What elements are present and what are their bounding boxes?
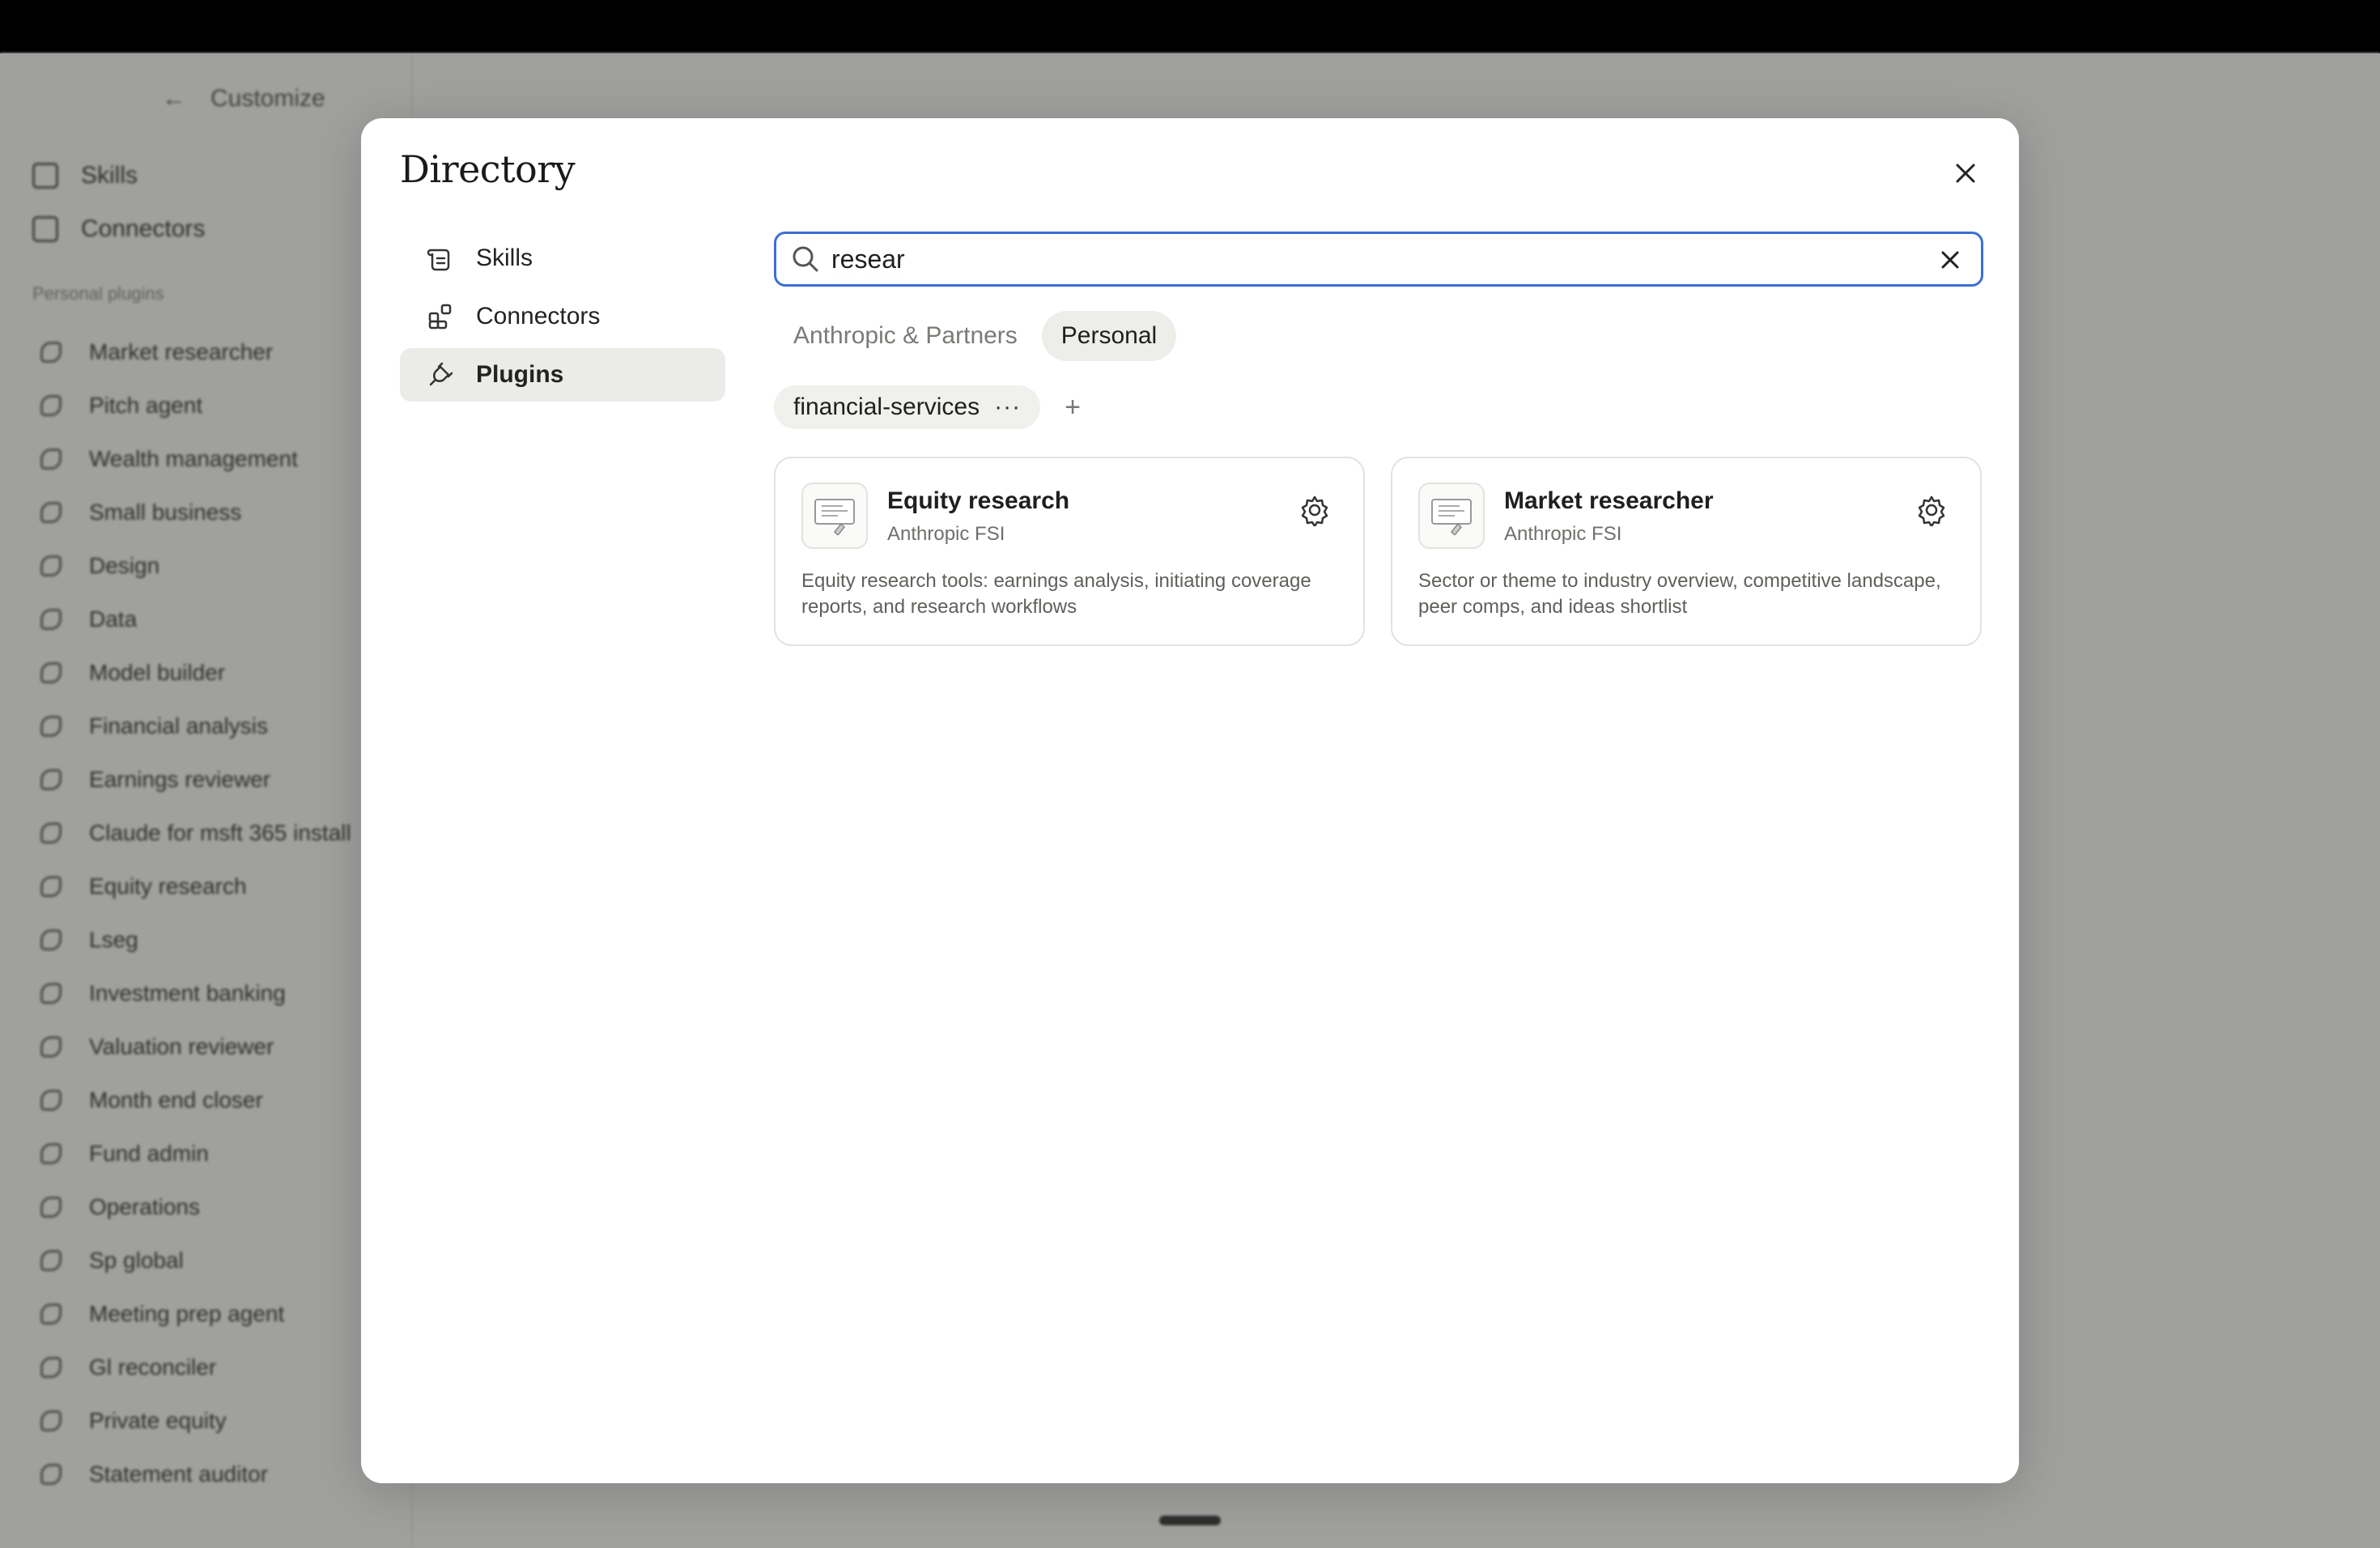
plugin-thumbnail	[1418, 483, 1485, 549]
plugin-card-market-researcher[interactable]: Market researcher Anthropic FSI Sector o…	[1391, 457, 1982, 646]
modal-title: Directory	[400, 147, 576, 191]
plugin-thumbnail-icon	[814, 499, 855, 535]
search-input[interactable]	[831, 244, 1884, 274]
skills-icon	[427, 249, 450, 271]
directory-modal: Directory Skills Connectors Plugins rese…	[361, 118, 2019, 1483]
search-box[interactable]	[774, 232, 1983, 287]
top-bar	[0, 0, 2380, 53]
clear-search-icon[interactable]	[1937, 247, 1963, 273]
plugin-description: Sector or theme to industry overview, co…	[1418, 570, 1941, 618]
plugin-vendor: Anthropic FSI	[1504, 523, 1622, 545]
nav-item-label: Skills	[476, 245, 533, 271]
plugin-thumbnail	[801, 483, 868, 549]
plugin-vendor: Anthropic FSI	[887, 523, 1005, 545]
nav-item-skills[interactable]: Skills	[400, 232, 725, 285]
chip-label: financial-services	[793, 393, 980, 420]
plugin-name: Market researcher	[1504, 487, 1714, 514]
tab-personal[interactable]: Personal	[1041, 311, 1177, 361]
source-tabs: Anthropic & Partners Personal	[774, 311, 1983, 361]
directory-content: Anthropic & Partners Personal financial-…	[774, 232, 1983, 646]
plug-icon	[429, 362, 453, 386]
directory-nav: Skills Connectors Plugins	[400, 232, 725, 406]
add-chip-button[interactable]: +	[1065, 393, 1081, 421]
tab-anthropic-partners[interactable]: Anthropic & Partners	[774, 311, 1037, 361]
close-icon	[1956, 164, 1975, 183]
nav-item-connectors[interactable]: Connectors	[400, 290, 725, 343]
plugin-card-equity-research[interactable]: Equity research Anthropic FSI Equity res…	[774, 457, 1365, 646]
plugin-cards: Equity research Anthropic FSI Equity res…	[774, 457, 1983, 646]
close-button[interactable]	[1941, 149, 1990, 198]
gear-icon[interactable]	[1915, 494, 1948, 526]
nav-item-label: Plugins	[476, 361, 564, 388]
nav-item-plugins[interactable]: Plugins	[400, 348, 725, 402]
plugin-name: Equity research	[887, 487, 1070, 514]
plugin-description: Equity research tools: earnings analysis…	[801, 570, 1311, 618]
nav-item-label: Connectors	[476, 303, 601, 330]
filter-chips: financial-services ··· +	[774, 385, 1983, 429]
chip-financial-services[interactable]: financial-services ···	[774, 385, 1041, 429]
plugin-thumbnail-icon	[1431, 499, 1472, 535]
connectors-icon	[428, 304, 452, 330]
more-options-icon[interactable]: ···	[994, 393, 1021, 421]
gear-icon[interactable]	[1298, 494, 1331, 526]
search-icon	[793, 246, 818, 272]
